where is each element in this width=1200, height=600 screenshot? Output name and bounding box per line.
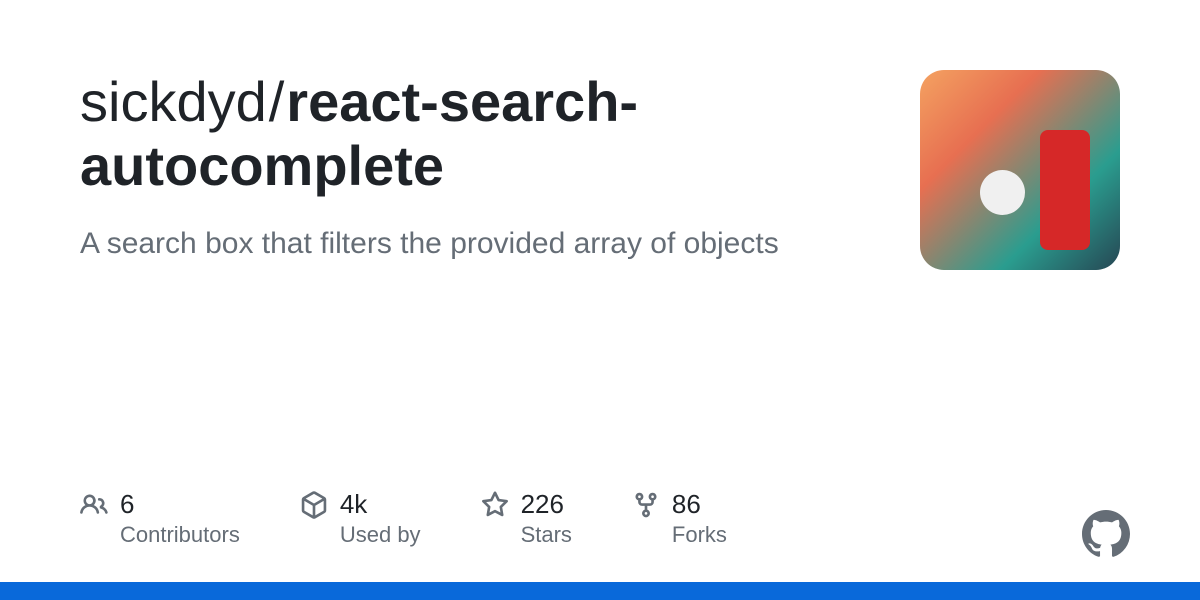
owner-avatar[interactable] bbox=[920, 70, 1120, 270]
people-icon bbox=[80, 491, 108, 519]
stat-text: 4k Used by bbox=[340, 489, 421, 548]
stars-count: 226 bbox=[521, 489, 572, 520]
github-logo-icon[interactable] bbox=[1082, 510, 1130, 558]
stat-text: 6 Contributors bbox=[120, 489, 240, 548]
star-icon bbox=[481, 491, 509, 519]
forks-label: Forks bbox=[672, 522, 727, 548]
repo-stats: 6 Contributors 4k Used by 226 Stars 86 F… bbox=[80, 489, 727, 548]
fork-icon bbox=[632, 491, 660, 519]
repo-card: sickdyd/react-search-autocomplete A sear… bbox=[0, 0, 1200, 270]
accent-bar bbox=[0, 582, 1200, 600]
usedby-count: 4k bbox=[340, 489, 421, 520]
usedby-label: Used by bbox=[340, 522, 421, 548]
stars-label: Stars bbox=[521, 522, 572, 548]
stat-contributors[interactable]: 6 Contributors bbox=[80, 489, 240, 548]
contributors-count: 6 bbox=[120, 489, 240, 520]
stat-forks[interactable]: 86 Forks bbox=[632, 489, 727, 548]
stat-usedby[interactable]: 4k Used by bbox=[300, 489, 421, 548]
stat-stars[interactable]: 226 Stars bbox=[481, 489, 572, 548]
repo-description: A search box that filters the provided a… bbox=[80, 223, 780, 265]
repo-info: sickdyd/react-search-autocomplete A sear… bbox=[80, 70, 900, 270]
repo-owner[interactable]: sickdyd bbox=[80, 70, 267, 133]
forks-count: 86 bbox=[672, 489, 727, 520]
contributors-label: Contributors bbox=[120, 522, 240, 548]
separator: / bbox=[269, 70, 285, 133]
repo-title: sickdyd/react-search-autocomplete bbox=[80, 70, 900, 199]
package-icon bbox=[300, 491, 328, 519]
stat-text: 226 Stars bbox=[521, 489, 572, 548]
stat-text: 86 Forks bbox=[672, 489, 727, 548]
